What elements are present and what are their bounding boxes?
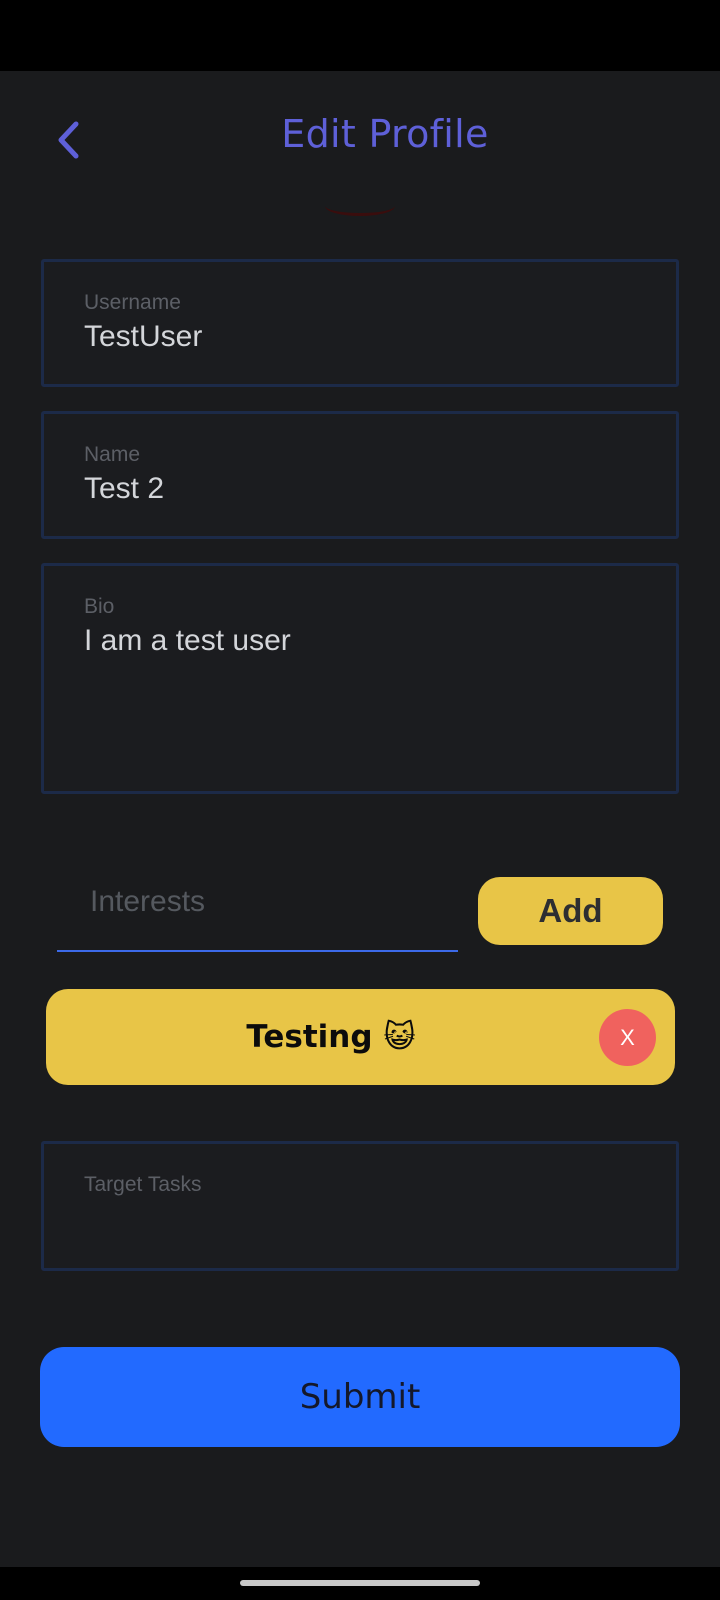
add-interest-button[interactable]: Add (478, 877, 663, 945)
status-bar (0, 0, 720, 71)
name-field[interactable]: Name Test 2 (41, 411, 679, 539)
submit-button[interactable]: Submit (40, 1347, 680, 1447)
edit-profile-screen: Edit Profile Username TestUser Name Test… (0, 0, 720, 1600)
interest-chip: Testing 😺 X (46, 989, 675, 1085)
username-field[interactable]: Username TestUser (41, 259, 679, 387)
remove-interest-button[interactable]: X (599, 1009, 656, 1066)
back-button[interactable] (50, 116, 90, 166)
page-title: Edit Profile (281, 112, 489, 156)
interests-input[interactable]: Interests (57, 870, 458, 952)
gesture-handle[interactable] (240, 1580, 480, 1586)
bio-field[interactable]: Bio I am a test user (41, 563, 679, 794)
username-value: TestUser (84, 320, 203, 353)
bio-value: I am a test user (84, 624, 291, 657)
chevron-left-icon (58, 121, 79, 159)
bio-label: Bio (84, 595, 115, 618)
name-value: Test 2 (84, 472, 165, 505)
interest-chip-label: Testing 😺 (246, 1019, 416, 1055)
username-label: Username (84, 291, 181, 314)
target-tasks-field[interactable]: Target Tasks (41, 1141, 679, 1271)
name-label: Name (84, 443, 141, 466)
interests-placeholder: Interests (90, 885, 206, 918)
target-tasks-label: Target Tasks (84, 1173, 202, 1196)
avatar[interactable] (325, 206, 395, 216)
